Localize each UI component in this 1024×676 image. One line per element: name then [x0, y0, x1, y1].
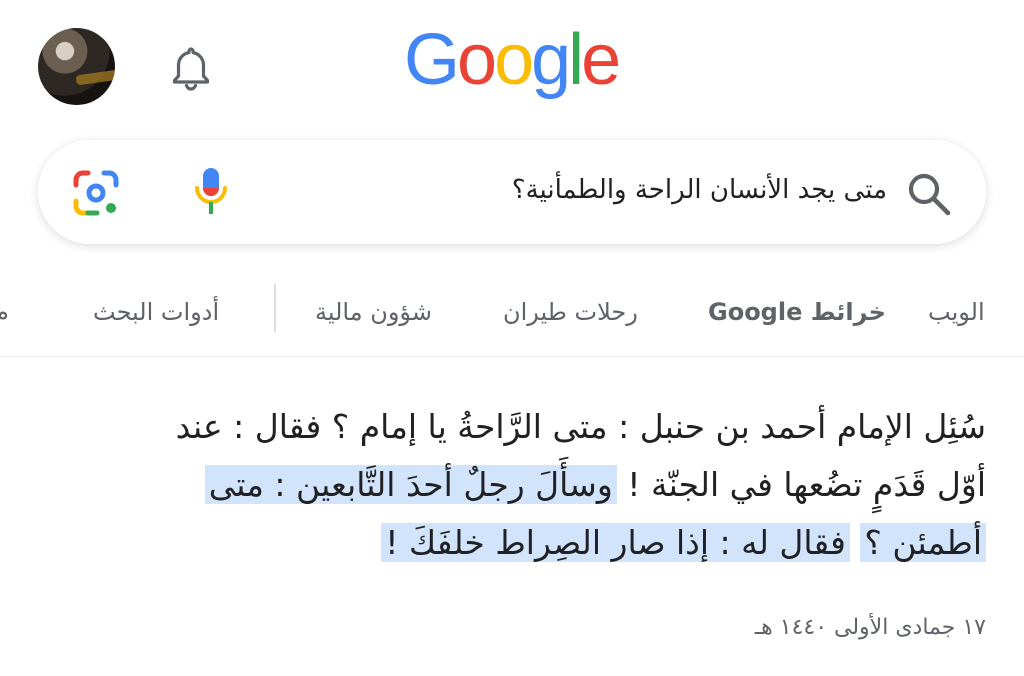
result-snippet: سُئِل الإمام أحمد بن حنبل : متى الرَّاحة… [40, 398, 986, 572]
snippet-line: أوّل قَدَمٍ تضُعها في الجنّة ! وسأَلَ رج… [40, 456, 986, 514]
tab-maps[interactable]: خرائط Google [708, 292, 886, 332]
logo-letter: o [494, 20, 534, 100]
tab-search-tools[interactable]: أدوات البحث [93, 292, 219, 332]
logo-letter: e [581, 20, 621, 100]
snippet-line: أطمئن ؟ فقال له : إذا صار الصِراط خلفَكَ… [40, 514, 986, 572]
profile-avatar[interactable] [38, 28, 115, 105]
header: Google [0, 0, 1024, 130]
logo-letter: l [568, 20, 584, 100]
logo-letter: g [531, 20, 571, 100]
search-input[interactable]: متى يجد الأنسان الراحة والطمأنية؟ [512, 170, 887, 210]
highlighted-text: أطمئن ؟ [860, 523, 986, 562]
search-tabs: الويب خرائط Google رحلات طيران شؤون مالي… [0, 276, 1024, 357]
google-logo[interactable]: Google [404, 20, 621, 100]
tab-overflow[interactable]: م [0, 292, 9, 332]
highlighted-text: فقال له : إذا صار الصِراط خلفَكَ ! [381, 523, 850, 562]
logo-letter: o [457, 20, 497, 100]
highlighted-text: وسأَلَ رجلٌ أحدَ التَّابعين : متى [204, 465, 617, 504]
snippet-date: ١٧ جمادى الأولى ١٤٤٠ هـ [754, 615, 986, 640]
bell-icon[interactable] [171, 45, 211, 91]
tab-finance[interactable]: شؤون مالية [315, 292, 432, 332]
tab-flights[interactable]: رحلات طيران [503, 292, 638, 332]
snippet-text: أوّل قَدَمٍ تضُعها في الجنّة ! [616, 465, 986, 504]
logo-letter: G [404, 20, 460, 100]
microphone-icon[interactable] [193, 166, 229, 218]
snippet-line: سُئِل الإمام أحمد بن حنبل : متى الرَّاحة… [175, 407, 986, 446]
tab-web[interactable]: الويب [928, 292, 985, 332]
google-lens-icon[interactable] [73, 170, 119, 216]
search-icon[interactable] [905, 170, 953, 218]
tabs-divider [274, 284, 276, 332]
